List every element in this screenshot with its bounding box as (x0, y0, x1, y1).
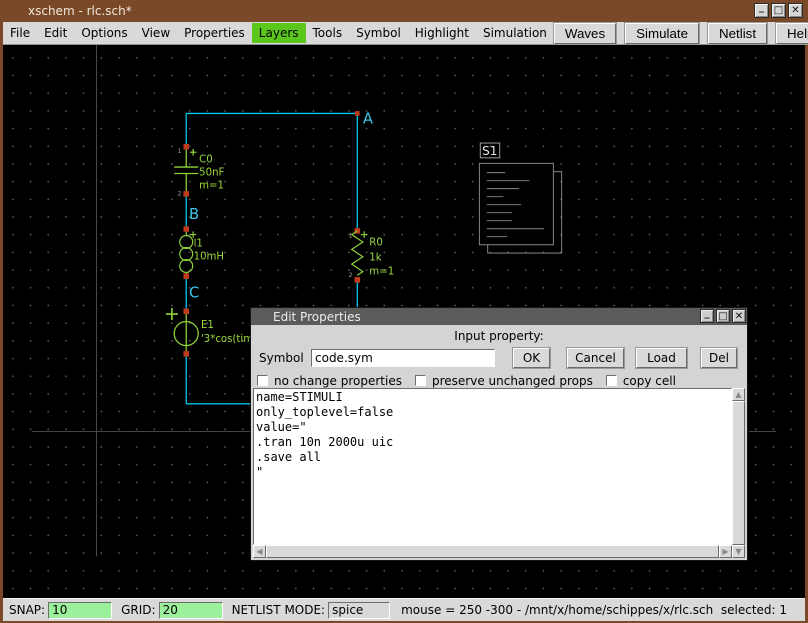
window-titlebar[interactable]: xschem - rlc.sch* _ □ ✕ (3, 0, 805, 22)
resistor-mult: m=1 (369, 266, 394, 277)
horizontal-scroll-thumb[interactable] (266, 545, 719, 558)
window-title: xschem - rlc.sch* (28, 4, 132, 18)
pin-square (183, 191, 189, 197)
resistor-name: R0 (369, 238, 383, 249)
no-change-properties-checkbox[interactable] (257, 375, 268, 386)
mouse-status-text: mouse = 250 -300 - /mnt/x/home/schippes/… (401, 603, 787, 617)
menubar-buttons: Waves Simulate Netlist Help (554, 23, 808, 44)
resistor-r0[interactable]: 1 2 R0 1k m=1 (349, 228, 395, 283)
snap-label: SNAP: (9, 603, 45, 617)
minimize-icon[interactable]: _ (754, 3, 769, 18)
menu-symbol[interactable]: Symbol (349, 23, 408, 43)
capacitor-c0[interactable]: 1 2 C0 50nF m=1 (174, 144, 224, 198)
ok-button[interactable]: OK (513, 348, 550, 368)
symbol-row: Symbol OK Cancel Load Del (251, 347, 747, 369)
net-label-a[interactable]: A (363, 111, 373, 128)
menu-edit[interactable]: Edit (37, 23, 74, 43)
pin-square (183, 351, 189, 357)
inductor-name: l1 (194, 239, 203, 250)
menu-simulation[interactable]: Simulation (476, 23, 554, 43)
statusbar: SNAP: GRID: NETLIST MODE: mouse = 250 -3… (3, 598, 805, 621)
wire-corner-dot (355, 111, 360, 116)
input-property-label: Input property: (251, 329, 747, 344)
symbol-label: Symbol (259, 351, 311, 365)
vertical-scrollbar[interactable]: ▲ (732, 388, 745, 545)
preserve-unchanged-props-checkbox[interactable] (415, 375, 426, 386)
edit-properties-dialog: Edit Properties _ □ ✕ Input property: Sy… (250, 307, 748, 561)
cancel-button[interactable]: Cancel (567, 348, 624, 368)
close-icon[interactable]: ✕ (788, 3, 803, 18)
grid-input[interactable] (159, 602, 223, 619)
dialog-title: Edit Properties (273, 310, 361, 324)
schematic-canvas[interactable]: 1 2 C0 50nF m=1 l1 10mH (3, 45, 805, 598)
inductor-value: 10mH (194, 252, 224, 263)
resistor-symbol (352, 231, 368, 275)
dialog-minimize-icon[interactable]: _ (700, 309, 714, 323)
dialog-close-icon[interactable]: ✕ (732, 309, 746, 323)
snap-input[interactable] (48, 602, 112, 619)
horizontal-scrollbar[interactable]: ◀ ▶ ▼ (253, 545, 745, 558)
menu-file[interactable]: File (3, 23, 37, 43)
capacitor-value: 50nF (199, 167, 224, 178)
code-front-sheet (479, 163, 553, 244)
copy-cell-label: copy cell (623, 374, 676, 388)
no-change-properties-label: no change properties (274, 374, 402, 388)
capacitor-symbol (174, 149, 198, 191)
pin-square (183, 144, 189, 150)
netlist-mode-label: NETLIST MODE: (232, 603, 326, 617)
xschem-window: xschem - rlc.sch* _ □ ✕ File Edit Option… (0, 0, 808, 623)
menu-view[interactable]: View (135, 23, 177, 43)
dialog-titlebar[interactable]: Edit Properties _ □ ✕ (251, 308, 747, 325)
menu-properties[interactable]: Properties (177, 23, 252, 43)
resistor-value: 1k (369, 252, 381, 263)
help-button[interactable]: Help (776, 23, 808, 44)
source-name: E1 (201, 320, 214, 331)
menu-options[interactable]: Options (74, 23, 134, 43)
maximize-icon[interactable]: □ (771, 3, 786, 18)
pin-square (183, 309, 189, 315)
window-controls: _ □ ✕ (754, 3, 803, 18)
netlist-button[interactable]: Netlist (708, 23, 767, 44)
dialog-maximize-icon[interactable]: □ (716, 309, 730, 323)
svg-text:1: 1 (349, 231, 353, 239)
scroll-up-icon[interactable]: ▲ (732, 388, 745, 401)
del-button[interactable]: Del (701, 348, 737, 368)
waves-button[interactable]: Waves (554, 23, 616, 44)
scroll-left-icon[interactable]: ◀ (253, 545, 266, 558)
copy-cell-checkbox[interactable] (606, 375, 617, 386)
net-label-c[interactable]: C (189, 284, 199, 301)
menu-highlight[interactable]: Highlight (408, 23, 476, 43)
pin-square (183, 226, 189, 232)
svg-text:2: 2 (349, 271, 353, 279)
net-label-b[interactable]: B (189, 206, 199, 223)
property-text-region: name=STIMULI only_toplevel=false value="… (253, 388, 745, 558)
capacitor-mult: m=1 (199, 180, 224, 191)
scroll-down-icon[interactable]: ▼ (732, 545, 745, 558)
code-block-s1[interactable]: S1 (479, 143, 561, 253)
scroll-right-icon[interactable]: ▶ (719, 545, 732, 558)
vertical-scroll-thumb[interactable] (732, 401, 745, 545)
dialog-controls: _ □ ✕ (700, 309, 746, 323)
netlist-mode-input[interactable] (328, 602, 390, 619)
inductor-l1[interactable]: l1 10mH (180, 226, 224, 279)
simulate-button[interactable]: Simulate (625, 23, 699, 44)
symbol-input[interactable] (311, 349, 495, 367)
grid-label: GRID: (121, 603, 155, 617)
pin-square (355, 277, 361, 283)
property-textarea[interactable]: name=STIMULI only_toplevel=false value="… (253, 388, 732, 545)
load-button[interactable]: Load (636, 348, 687, 368)
menu-tools[interactable]: Tools (306, 23, 350, 43)
preserve-unchanged-props-label: preserve unchanged props (432, 374, 593, 388)
s1-label: S1 (482, 144, 497, 158)
checkbox-row: no change properties preserve unchanged … (251, 373, 747, 388)
source-symbol (166, 308, 198, 351)
menu-layers[interactable]: Layers (252, 23, 306, 43)
pin-square (183, 273, 189, 279)
svg-text:1: 1 (177, 147, 181, 155)
capacitor-name: C0 (199, 154, 213, 165)
menubar: File Edit Options View Properties Layers… (3, 22, 805, 45)
svg-text:2: 2 (177, 190, 181, 198)
